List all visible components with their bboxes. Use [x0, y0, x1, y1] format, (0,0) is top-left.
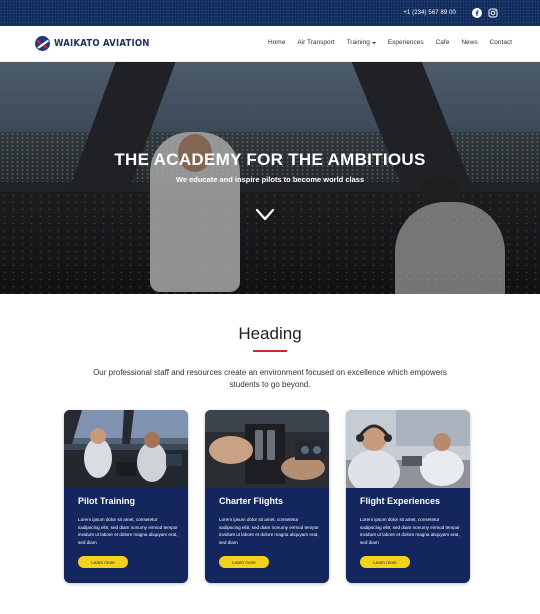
hero-title: THE ACADEMY FOR THE AMBITIOUS — [114, 150, 426, 169]
caret-down-icon — [371, 41, 376, 44]
card-charter-flights[interactable]: Charter Flights Lorem ipsum dolor sit am… — [205, 410, 329, 583]
hero-banner: THE ACADEMY FOR THE AMBITIOUS We educate… — [0, 62, 540, 294]
heading-divider — [253, 350, 287, 352]
card-title: Flight Experiences — [360, 496, 441, 506]
card-image — [64, 410, 188, 488]
chevron-down-icon[interactable] — [255, 208, 275, 222]
learn-more-button[interactable]: Learn more — [360, 556, 410, 568]
phone-number[interactable]: +1 (234) 567 89 00 — [403, 10, 456, 16]
cockpit-photo — [64, 410, 188, 488]
card-pilot-training[interactable]: Pilot Training Lorem ipsum dolor sit ame… — [64, 410, 188, 583]
card-flight-experiences[interactable]: Flight Experiences Lorem ipsum dolor sit… — [346, 410, 470, 583]
intro-text: Our professional staff and resources cre… — [93, 368, 447, 389]
nav-item-training[interactable]: Training — [347, 39, 376, 46]
learn-more-button[interactable]: Learn more — [78, 556, 128, 568]
nav-item-air-transport[interactable]: Air Transport — [297, 39, 334, 46]
card-title: Charter Flights — [219, 496, 284, 506]
nav-item-training-label: Training — [346, 39, 370, 46]
main-navbar: WAIKATO AVIATION Home Air Transport Trai… — [0, 26, 540, 62]
site-logo[interactable]: WAIKATO AVIATION — [35, 36, 160, 51]
nav-item-cafe[interactable]: Cafe — [436, 39, 450, 46]
card-title: Pilot Training — [78, 496, 136, 506]
facebook-icon[interactable] — [472, 8, 482, 18]
nav-item-news[interactable]: News — [461, 39, 477, 46]
card-image — [205, 410, 329, 488]
learn-more-button[interactable]: Learn more — [219, 556, 269, 568]
logo-text: WAIKATO AVIATION — [54, 38, 150, 49]
section-heading: Heading — [238, 324, 302, 343]
top-bar: +1 (234) 567 89 00 — [0, 0, 540, 26]
card-image — [346, 410, 470, 488]
hero-subtitle: We educate and inspire pilots to become … — [175, 175, 365, 184]
card-text: Lorem ipsum dolor sit amet, consetetur s… — [219, 517, 319, 545]
nav-item-contact[interactable]: Contact — [490, 39, 512, 46]
nav-item-home[interactable]: Home — [268, 39, 285, 46]
throttle-photo — [205, 410, 329, 488]
card-text: Lorem ipsum dolor sit amet, consetetur s… — [78, 517, 178, 545]
nav-item-experiences[interactable]: Experiences — [388, 39, 424, 46]
instagram-icon[interactable] — [488, 8, 498, 18]
pilot-headset-photo — [346, 410, 470, 488]
card-text: Lorem ipsum dolor sit amet, consetetur s… — [360, 517, 460, 545]
nav-menu: Home Air Transport Training Experiences … — [256, 39, 512, 46]
logo-emblem-icon — [35, 36, 50, 51]
